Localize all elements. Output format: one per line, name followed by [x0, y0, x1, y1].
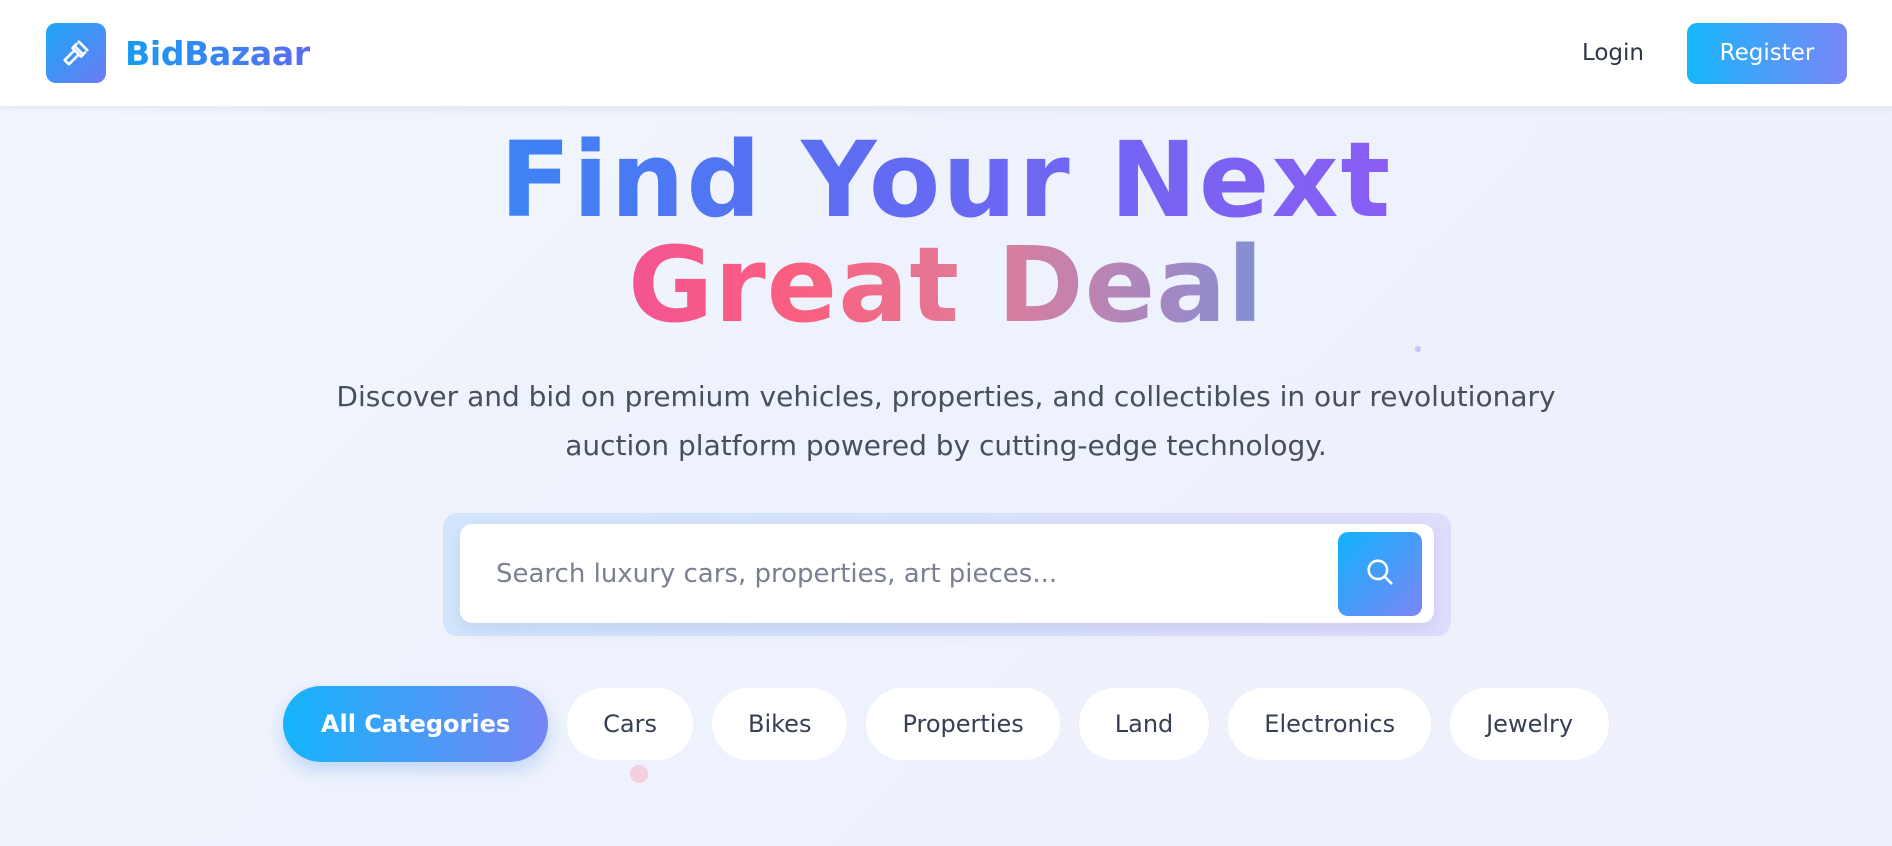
hero-subtitle-line-2: auction platform powered by cutting-edge…: [565, 429, 1327, 462]
hero-subtitle-line-1: Discover and bid on premium vehicles, pr…: [336, 380, 1556, 413]
hero-title-line-1: Find Your Next: [0, 128, 1892, 232]
search-bar: [460, 524, 1434, 623]
decorative-dot: [1415, 346, 1421, 352]
top-navbar: BidBazaar Login Register: [0, 0, 1892, 107]
brand-name: BidBazaar: [125, 33, 310, 73]
search-icon: [1363, 555, 1397, 592]
auth-nav: Login Register: [1582, 22, 1847, 84]
hero-title-text-2: Great Deal: [628, 224, 1264, 346]
search-button[interactable]: [1338, 531, 1422, 616]
category-properties[interactable]: Properties: [866, 688, 1060, 760]
category-filter: All Categories Cars Bikes Properties Lan…: [0, 686, 1892, 762]
hero-subtitle: Discover and bid on premium vehicles, pr…: [0, 372, 1892, 470]
hero-title-text-1: Find Your Next: [499, 119, 1393, 241]
decorative-dot: [630, 765, 648, 783]
login-link[interactable]: Login: [1582, 40, 1644, 66]
hero-title-line-2: Great Deal: [0, 233, 1892, 337]
register-button[interactable]: Register: [1687, 22, 1847, 84]
category-land[interactable]: Land: [1078, 688, 1210, 760]
category-all[interactable]: All Categories: [282, 686, 549, 762]
brand[interactable]: BidBazaar: [46, 23, 310, 83]
gavel-icon: [46, 23, 106, 83]
category-jewelry[interactable]: Jewelry: [1450, 688, 1610, 760]
category-bikes[interactable]: Bikes: [712, 688, 848, 760]
search-input[interactable]: [496, 558, 1316, 589]
category-cars[interactable]: Cars: [567, 688, 693, 760]
category-electronics[interactable]: Electronics: [1228, 688, 1432, 760]
